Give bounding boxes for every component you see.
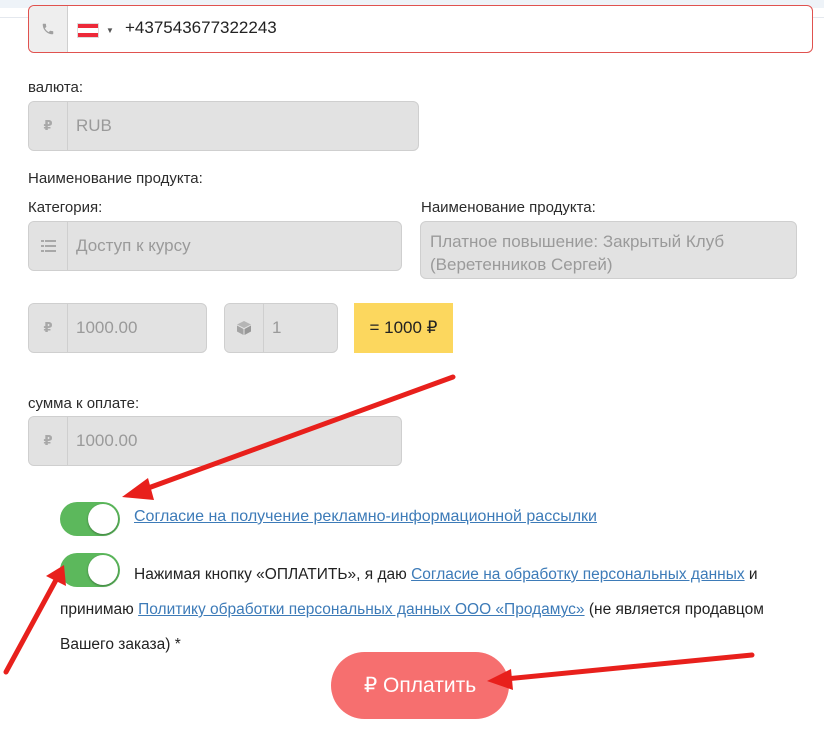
product-section-label: Наименование продукта: [28,170,203,187]
box-icon [225,304,264,352]
currency-label: валюта: [28,79,84,96]
ruble-icon: ₽ [29,304,68,352]
quantity-value: 1 [272,318,282,337]
ruble-icon: ₽ [29,417,68,465]
toggle-knob [88,504,118,534]
newsletter-consent: Согласие на получение рекламно-информаци… [134,508,597,526]
phone-number-value[interactable]: +437543677322243 [125,18,277,38]
price-field[interactable]: ₽ 1000.00 [28,303,207,353]
newsletter-consent-link[interactable]: Согласие на получение рекламно-информаци… [134,508,597,525]
pay-button[interactable]: ₽ Оплатить [331,652,509,719]
price-value: 1000.00 [76,318,138,337]
sum-field[interactable]: ₽ 1000.00 [28,416,402,466]
sum-label: сумма к оплате: [28,395,140,412]
list-icon [29,222,68,270]
category-field[interactable]: Доступ к курсу [28,221,402,271]
product-name-value: Платное повышение: Закрытый Клуб (Верете… [430,232,725,274]
quantity-field[interactable]: 1 [224,303,338,353]
newsletter-toggle[interactable] [60,502,120,536]
phone-icon [29,6,68,52]
product-name-field[interactable]: Платное повышение: Закрытый Клуб (Верете… [420,221,797,279]
total-badge: = 1000 ₽ [354,303,453,353]
category-value: Доступ к курсу [76,236,191,255]
phone-field[interactable]: ▼ +437543677322243 [28,5,813,53]
privacy-consent-text: Нажимая кнопку «ОПЛАТИТЬ», я даю Согласи… [60,557,780,662]
austria-flag-icon[interactable] [77,23,99,38]
arrow-to-privacy-toggle [3,565,66,675]
privacy-text-1: Нажимая кнопку «ОПЛАТИТЬ», я даю [134,566,412,583]
sum-value: 1000.00 [76,431,138,450]
currency-value: RUB [76,116,112,135]
privacy-policy-link[interactable]: Политику обработки персональных данных О… [138,601,584,618]
chevron-down-icon[interactable]: ▼ [106,26,114,35]
ruble-icon: ₽ [29,102,68,150]
category-label: Категория: [28,199,103,216]
personal-data-consent-link[interactable]: Согласие на обработку персональных данны… [411,566,745,583]
currency-field[interactable]: ₽ RUB [28,101,419,151]
product-name-label: Наименование продукта: [421,199,596,216]
